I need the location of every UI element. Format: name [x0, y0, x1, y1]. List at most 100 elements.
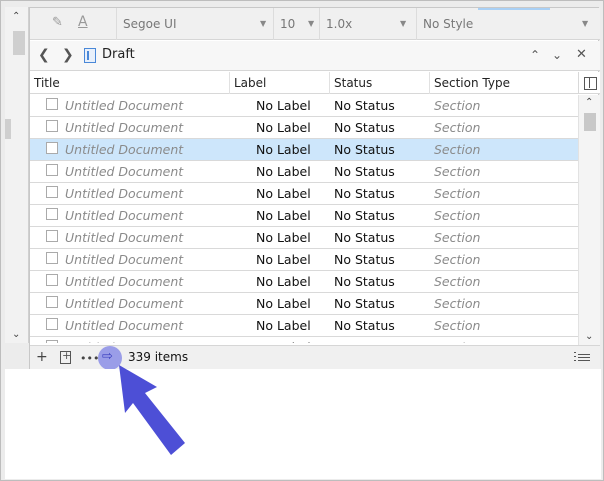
- row-checkbox[interactable]: [46, 98, 58, 110]
- row-title[interactable]: Untitled Document: [65, 296, 183, 311]
- left-binder-scrollbar[interactable]: ⌃ ⌄: [5, 7, 29, 343]
- row-label[interactable]: No Label: [256, 340, 311, 343]
- table-row[interactable]: Untitled Document No Label No Status Sectio…: [30, 183, 578, 205]
- row-section-type[interactable]: Section: [434, 274, 480, 289]
- row-section-type[interactable]: Section: [434, 142, 480, 157]
- row-checkbox[interactable]: [46, 164, 58, 176]
- column-section-type[interactable]: Section Type: [430, 72, 578, 94]
- column-status[interactable]: Status: [330, 72, 430, 94]
- row-label[interactable]: No Label: [256, 318, 311, 333]
- row-status[interactable]: No Status: [334, 230, 395, 245]
- row-label[interactable]: No Label: [256, 142, 311, 157]
- splitter-tab[interactable]: [5, 119, 11, 139]
- row-title[interactable]: Untitled Document: [65, 164, 183, 179]
- row-status[interactable]: No Status: [334, 340, 395, 343]
- row-section-type[interactable]: Section: [434, 208, 480, 223]
- font-color-icon[interactable]: A: [78, 14, 88, 30]
- add-button[interactable]: +: [36, 349, 48, 365]
- row-status[interactable]: No Status: [334, 98, 395, 113]
- column-title[interactable]: Title: [30, 72, 230, 94]
- chevron-down-icon[interactable]: ▼: [260, 8, 266, 40]
- add-child-icon[interactable]: [60, 349, 71, 364]
- back-button[interactable]: ❮: [38, 47, 50, 63]
- row-status[interactable]: No Status: [334, 120, 395, 135]
- close-icon[interactable]: ✕: [576, 47, 587, 63]
- row-checkbox[interactable]: [46, 274, 58, 286]
- column-picker-icon[interactable]: [578, 72, 600, 94]
- style-select[interactable]: No Style: [416, 8, 600, 40]
- row-status[interactable]: No Status: [334, 186, 395, 201]
- chevron-down-icon[interactable]: ⌄: [12, 329, 20, 340]
- row-title[interactable]: Untitled Document: [65, 142, 183, 157]
- row-section-type[interactable]: Section: [434, 120, 480, 135]
- table-row[interactable]: Untitled Document No Label No Status Sectio…: [30, 337, 578, 343]
- row-status[interactable]: No Status: [334, 296, 395, 311]
- row-checkbox[interactable]: [46, 230, 58, 242]
- table-row[interactable]: Untitled Document No Label No Status Sectio…: [30, 315, 578, 337]
- row-checkbox[interactable]: [46, 186, 58, 198]
- font-family-select[interactable]: Segoe UI: [116, 8, 272, 40]
- row-checkbox[interactable]: [46, 120, 58, 132]
- scroll-thumb[interactable]: [584, 113, 596, 131]
- table-row[interactable]: Untitled Document No Label No Status Sectio…: [30, 249, 578, 271]
- row-label[interactable]: No Label: [256, 296, 311, 311]
- row-status[interactable]: No Status: [334, 164, 395, 179]
- forward-button[interactable]: ❯: [62, 47, 74, 63]
- row-checkbox[interactable]: [46, 296, 58, 308]
- table-row[interactable]: Untitled Document No Label No Status Sectio…: [30, 117, 578, 139]
- vertical-scrollbar[interactable]: ⌃ ⌄: [578, 95, 600, 345]
- row-checkbox[interactable]: [46, 340, 58, 343]
- chevron-down-icon[interactable]: ▼: [582, 8, 588, 40]
- row-section-type[interactable]: Section: [434, 296, 480, 311]
- chevron-down-icon[interactable]: ⌄: [585, 331, 593, 342]
- row-label[interactable]: No Label: [256, 186, 311, 201]
- line-spacing-select[interactable]: 1.0x: [319, 8, 413, 40]
- row-section-type[interactable]: Section: [434, 318, 480, 333]
- row-checkbox[interactable]: [46, 142, 58, 154]
- scroll-thumb[interactable]: [13, 31, 25, 55]
- list-view-icon[interactable]: [574, 352, 590, 363]
- table-row[interactable]: Untitled Document No Label No Status Sectio…: [30, 139, 578, 161]
- row-status[interactable]: No Status: [334, 252, 395, 267]
- row-title[interactable]: Untitled Document: [65, 274, 183, 289]
- row-section-type[interactable]: Section: [434, 164, 480, 179]
- row-title[interactable]: Untitled Document: [65, 186, 183, 201]
- row-checkbox[interactable]: [46, 252, 58, 264]
- table-row[interactable]: Untitled Document No Label No Status Sectio…: [30, 205, 578, 227]
- row-section-type[interactable]: Section: [434, 230, 480, 245]
- row-title[interactable]: Untitled Document: [65, 230, 183, 245]
- row-checkbox[interactable]: [46, 318, 58, 330]
- row-status[interactable]: No Status: [334, 274, 395, 289]
- chevron-down-icon[interactable]: ▼: [400, 8, 406, 40]
- row-section-type[interactable]: Section: [434, 340, 480, 343]
- row-label[interactable]: No Label: [256, 230, 311, 245]
- row-section-type[interactable]: Section: [434, 186, 480, 201]
- table-row[interactable]: Untitled Document No Label No Status Sectio…: [30, 227, 578, 249]
- chevron-up-icon[interactable]: ⌃: [12, 11, 20, 22]
- row-checkbox[interactable]: [46, 208, 58, 220]
- row-status[interactable]: No Status: [334, 208, 395, 223]
- table-row[interactable]: Untitled Document No Label No Status Sectio…: [30, 271, 578, 293]
- pen-icon[interactable]: ✎: [52, 15, 63, 30]
- row-title[interactable]: Untitled Document: [65, 318, 183, 333]
- chevron-down-icon[interactable]: ⌄: [552, 47, 562, 63]
- row-section-type[interactable]: Section: [434, 98, 480, 113]
- chevron-down-icon[interactable]: ▼: [308, 8, 314, 40]
- column-label[interactable]: Label: [230, 72, 330, 94]
- table-row[interactable]: Untitled Document No Label No Status Sectio…: [30, 293, 578, 315]
- table-row[interactable]: Untitled Document No Label No Status Sectio…: [30, 161, 578, 183]
- row-label[interactable]: No Label: [256, 120, 311, 135]
- row-title[interactable]: Untitled Document: [65, 340, 183, 343]
- row-label[interactable]: No Label: [256, 208, 311, 223]
- row-status[interactable]: No Status: [334, 318, 395, 333]
- row-title[interactable]: Untitled Document: [65, 98, 183, 113]
- row-label[interactable]: No Label: [256, 274, 311, 289]
- row-title[interactable]: Untitled Document: [65, 208, 183, 223]
- row-title[interactable]: Untitled Document: [65, 252, 183, 267]
- more-button[interactable]: •••: [80, 351, 99, 367]
- row-label[interactable]: No Label: [256, 164, 311, 179]
- row-status[interactable]: No Status: [334, 142, 395, 157]
- chevron-up-icon[interactable]: ⌃: [530, 47, 540, 63]
- chevron-up-icon[interactable]: ⌃: [585, 97, 593, 108]
- table-row[interactable]: Untitled Document No Label No Status Sectio…: [30, 95, 578, 117]
